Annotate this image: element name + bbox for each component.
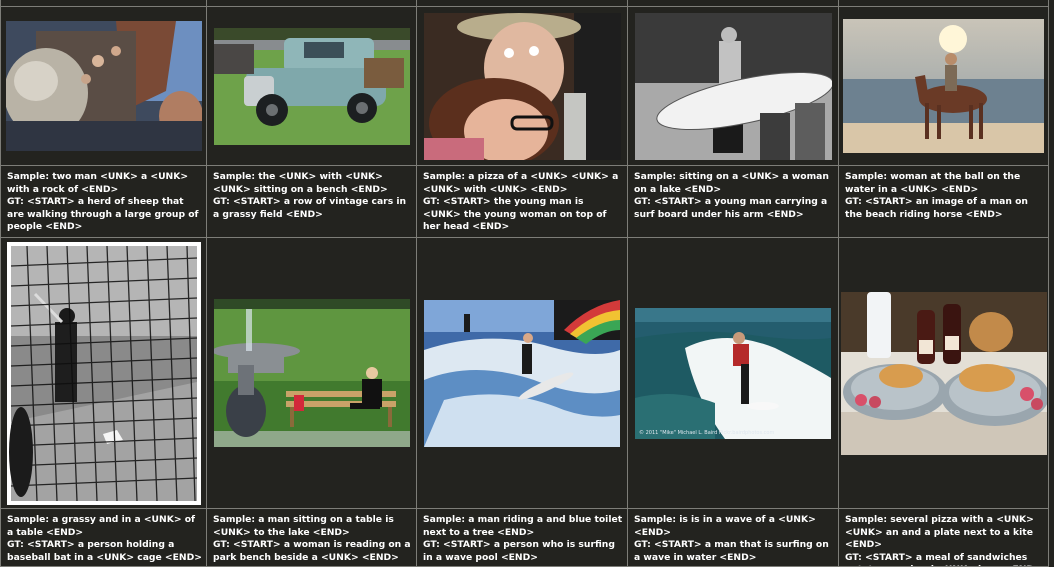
top-strip-cell bbox=[839, 0, 1049, 7]
vintage-truck-photo bbox=[213, 27, 410, 145]
image-cell-7 bbox=[207, 238, 417, 509]
top-strip-cell bbox=[207, 0, 417, 7]
ground-truth-caption: GT: <START> a person holding a baseball … bbox=[7, 539, 202, 563]
ground-truth-caption: GT: <START> a person who is surfing in a… bbox=[423, 539, 615, 563]
image-cell-6 bbox=[1, 238, 207, 509]
top-strip-cell bbox=[1, 0, 207, 7]
image-cell-8 bbox=[417, 238, 628, 509]
sample-caption: Sample: is is in a wave of a <UNK> <END> bbox=[634, 514, 816, 538]
sample-caption: Sample: a pizza of a <UNK> <UNK> a <UNK>… bbox=[423, 171, 619, 195]
batting-cage-photo bbox=[6, 241, 201, 505]
ground-truth-caption: GT: <START> a row of vintage cars in a g… bbox=[213, 196, 407, 220]
ground-truth-caption: GT: <START> the young man is <UNK> the y… bbox=[423, 196, 607, 233]
sample-caption: Sample: a man riding a and blue toilet n… bbox=[423, 514, 623, 538]
sample-caption: Sample: a man sitting on a table is <UNK… bbox=[213, 514, 394, 538]
caption-cell-1: Sample: two man <UNK> a <UNK> with a roc… bbox=[1, 166, 207, 238]
caption-cell-2: Sample: the <UNK> with <UNK> <UNK> sitti… bbox=[207, 166, 417, 238]
caption-cell-3: Sample: a pizza of a <UNK> <UNK> a <UNK>… bbox=[417, 166, 628, 238]
ground-truth-caption: GT: <START> a young man carrying a surf … bbox=[634, 196, 828, 220]
park-bench-reader-photo bbox=[213, 299, 410, 447]
image-cell-4 bbox=[628, 7, 839, 166]
ocean-surfer-photo: © 2011 "Mike" Michael L. Baird flickr.ba… bbox=[635, 307, 831, 439]
caption-cell-7: Sample: a man sitting on a table is <UNK… bbox=[207, 509, 417, 567]
caption-cell-5: Sample: woman at the ball on the water i… bbox=[839, 166, 1049, 238]
sample-caption: Sample: the <UNK> with <UNK> <UNK> sitti… bbox=[213, 171, 388, 195]
photo-credit: © 2011 "Mike" Michael L. Baird flickr.ba… bbox=[639, 429, 775, 436]
sample-caption: Sample: woman at the ball on the water i… bbox=[845, 171, 1021, 195]
horse-rider-beach-photo bbox=[843, 19, 1044, 153]
wave-pool-surfer-photo bbox=[424, 299, 620, 447]
sample-caption: Sample: several pizza with a <UNK> <UNK>… bbox=[845, 514, 1034, 551]
image-cell-1 bbox=[1, 7, 207, 166]
top-strip-cell bbox=[417, 0, 628, 7]
image-cell-3 bbox=[417, 7, 628, 166]
old-man-photo bbox=[5, 21, 202, 151]
caption-cell-4: Sample: sitting on a <UNK> a woman on a … bbox=[628, 166, 839, 238]
caption-cell-10: Sample: several pizza with a <UNK> <UNK>… bbox=[839, 509, 1049, 567]
caption-cell-6: Sample: a grassy and in a <UNK> of a tab… bbox=[1, 509, 207, 567]
ground-truth-caption: GT: <START> a woman is reading on a park… bbox=[213, 539, 411, 563]
ground-truth-caption: GT: <START> an image of a man on the bea… bbox=[845, 196, 1028, 220]
sample-caption: Sample: sitting on a <UNK> a woman on a … bbox=[634, 171, 829, 195]
caption-results-grid: Sample: two man <UNK> a <UNK> with a roc… bbox=[0, 0, 1054, 567]
sample-caption: Sample: a grassy and in a <UNK> of a tab… bbox=[7, 514, 196, 538]
image-cell-9: © 2011 "Mike" Michael L. Baird flickr.ba… bbox=[628, 238, 839, 509]
image-cell-5 bbox=[839, 7, 1049, 166]
top-strip-cell bbox=[628, 0, 839, 7]
ground-truth-caption: GT: <START> a man that is surfing on a w… bbox=[634, 539, 829, 563]
couple-selfie-photo bbox=[423, 12, 621, 160]
sandwich-plates-photo bbox=[840, 291, 1047, 455]
ground-truth-caption: GT: <START> a meal of sandwiches potatoe… bbox=[845, 551, 1042, 566]
ground-truth-caption: GT: <START> a herd of sheep that are wal… bbox=[7, 196, 199, 233]
image-cell-2 bbox=[207, 7, 417, 166]
caption-cell-8: Sample: a man riding a and blue toilet n… bbox=[417, 509, 628, 567]
sample-caption: Sample: two man <UNK> a <UNK> with a roc… bbox=[7, 171, 189, 195]
surfer-beach-photo bbox=[634, 12, 832, 160]
caption-cell-9: Sample: is is in a wave of a <UNK> <END>… bbox=[628, 509, 839, 567]
image-cell-10 bbox=[839, 238, 1049, 509]
